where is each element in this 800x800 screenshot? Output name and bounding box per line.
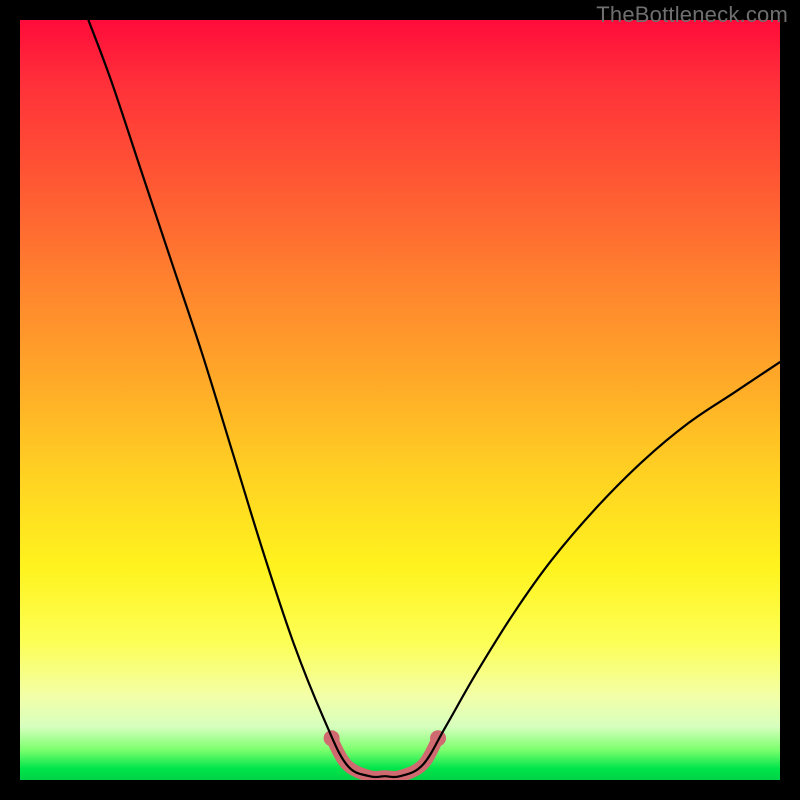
plot-area [20, 20, 780, 780]
black-main-curve [88, 20, 780, 777]
chart-frame: TheBottleneck.com [0, 0, 800, 800]
watermark-text: TheBottleneck.com [596, 2, 788, 28]
pink-highlight-curve [324, 730, 446, 777]
curve-layer [20, 20, 780, 780]
